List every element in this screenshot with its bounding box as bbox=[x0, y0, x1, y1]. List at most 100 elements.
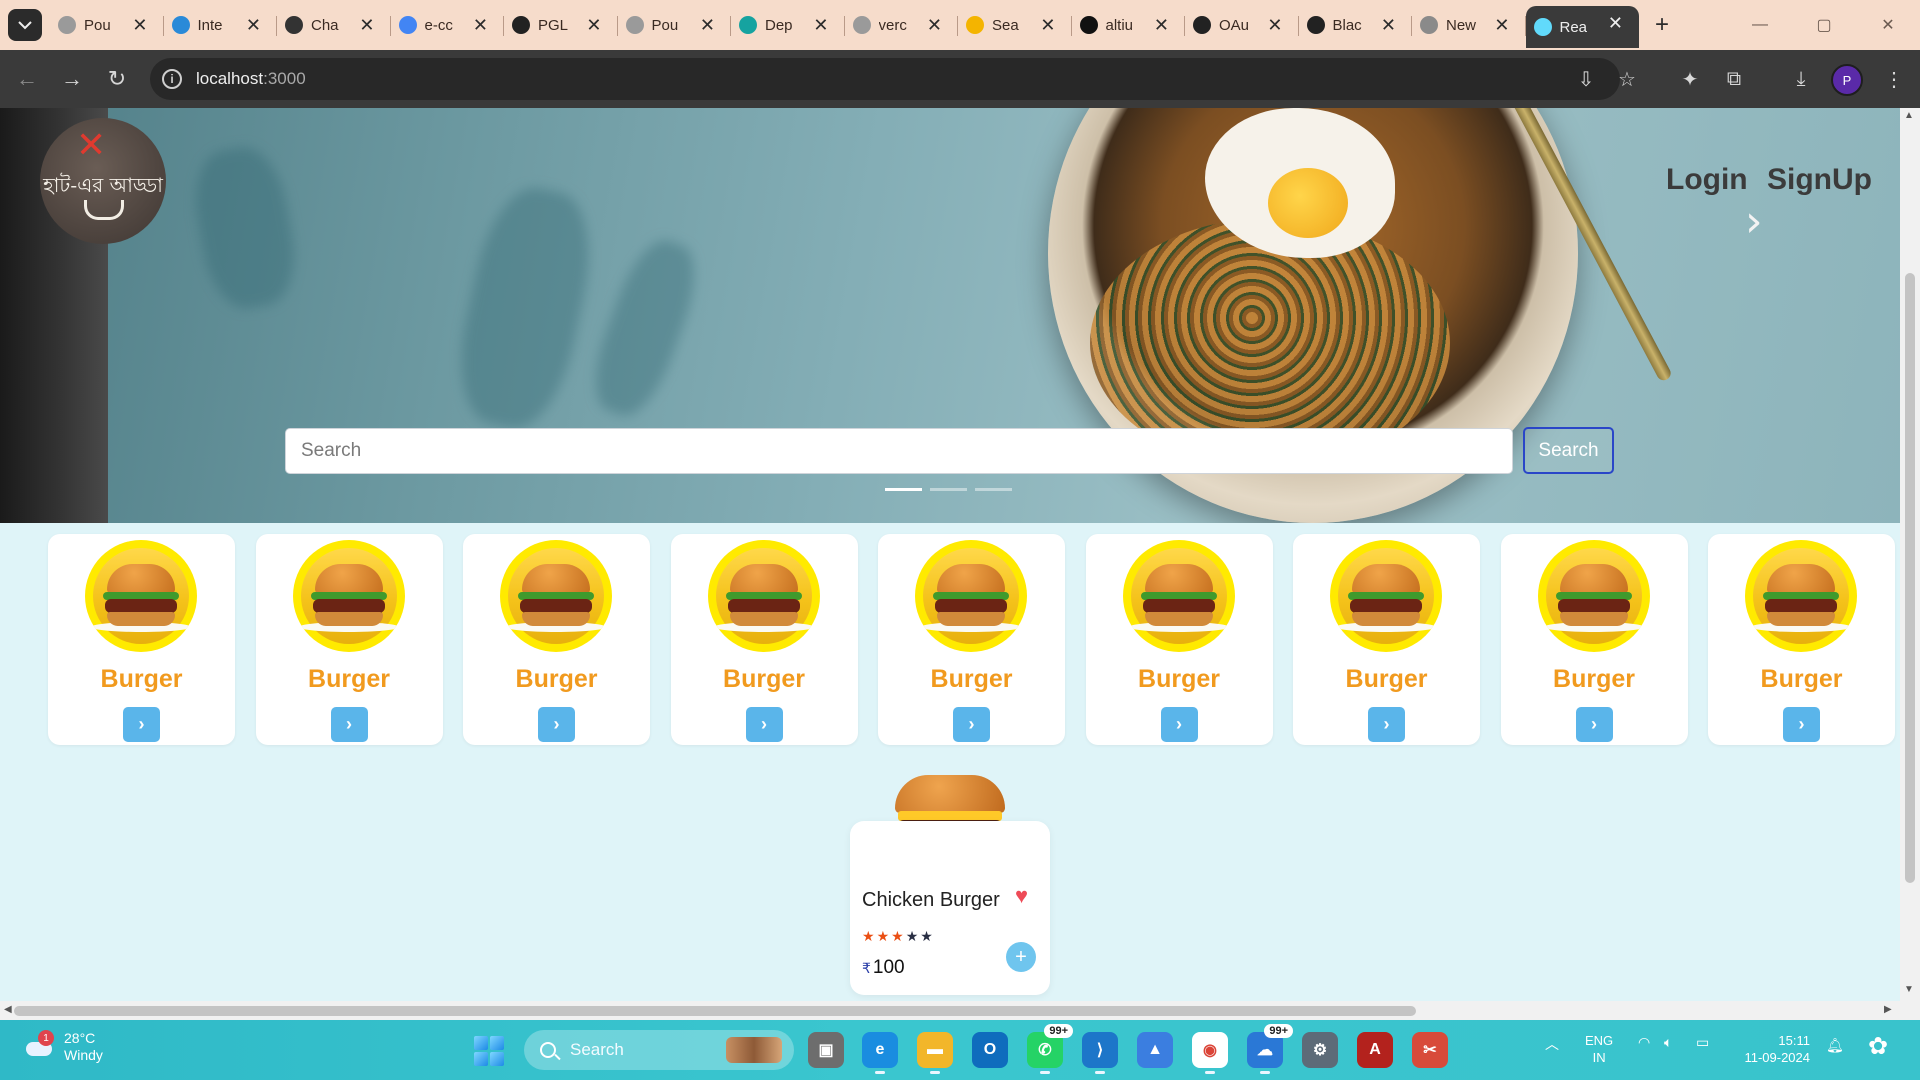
browser-tab[interactable]: New ✕ bbox=[1412, 8, 1526, 42]
close-tab-icon[interactable]: ✕ bbox=[359, 15, 374, 36]
category-open-button[interactable]: › bbox=[953, 707, 990, 742]
battery-icon[interactable]: ▭ bbox=[1696, 1034, 1709, 1051]
browser-tab[interactable]: e-cc ✕ bbox=[391, 8, 504, 42]
product-card[interactable]: Chicken Burger ♥ ★★★★★ ₹100 + bbox=[850, 821, 1050, 995]
close-window-button[interactable]: ✕ bbox=[1856, 0, 1920, 50]
carousel-next-icon[interactable]: › bbox=[1745, 196, 1763, 247]
category-card[interactable]: Burger › bbox=[463, 534, 650, 745]
browser-tab[interactable]: Pou ✕ bbox=[50, 8, 164, 42]
category-card[interactable]: Burger › bbox=[878, 534, 1065, 745]
horizontal-scroll-thumb[interactable] bbox=[14, 1006, 1416, 1016]
category-open-button[interactable]: › bbox=[1368, 707, 1405, 742]
browser-tab[interactable]: Pou ✕ bbox=[618, 8, 731, 42]
close-tab-icon[interactable]: ✕ bbox=[1381, 15, 1396, 36]
input-language[interactable]: ENG IN bbox=[1585, 1032, 1613, 1066]
category-card[interactable]: Burger › bbox=[1293, 534, 1480, 745]
start-button[interactable] bbox=[474, 1036, 504, 1066]
close-tab-icon[interactable]: ✕ bbox=[132, 15, 147, 36]
horizontal-scrollbar[interactable]: ◀ ▶ bbox=[0, 1001, 1900, 1020]
forward-button[interactable]: → bbox=[57, 64, 87, 94]
carousel-indicator-1[interactable] bbox=[885, 488, 922, 491]
login-link[interactable]: Login bbox=[1666, 163, 1748, 197]
vscode-icon[interactable]: ⟩ bbox=[1082, 1032, 1118, 1074]
profile-avatar[interactable]: P bbox=[1831, 64, 1863, 96]
browser-tab[interactable]: altiu ✕ bbox=[1072, 8, 1185, 42]
system-clock[interactable]: 15:11 11-09-2024 bbox=[1738, 1032, 1810, 1066]
install-app-icon[interactable]: ⇩ bbox=[1573, 66, 1599, 92]
address-bar[interactable]: i localhost:3000 bbox=[150, 58, 1620, 100]
notification-bell-icon[interactable]: 🔔︎ bbox=[1826, 1037, 1844, 1054]
close-tab-icon[interactable]: ✕ bbox=[1267, 15, 1282, 36]
maximize-button[interactable]: ▢ bbox=[1792, 0, 1856, 50]
category-open-button[interactable]: › bbox=[1575, 707, 1613, 742]
search-button[interactable]: Search bbox=[1523, 427, 1614, 474]
search-input[interactable] bbox=[285, 428, 1513, 474]
show-hidden-icons-icon[interactable]: ︿ bbox=[1545, 1034, 1559, 1054]
scroll-up-icon[interactable]: ▲ bbox=[1904, 110, 1914, 121]
chrome-icon[interactable]: ◉ bbox=[1192, 1032, 1228, 1074]
bookmark-star-icon[interactable]: ☆ bbox=[1614, 66, 1640, 92]
browser-tab[interactable]: Cha ✕ bbox=[277, 8, 391, 42]
category-open-button[interactable]: › bbox=[745, 707, 783, 742]
browser-tab[interactable]: Blac ✕ bbox=[1299, 8, 1412, 42]
favorite-heart-icon[interactable]: ♥ bbox=[1015, 883, 1028, 909]
category-card[interactable]: Burger › bbox=[48, 534, 235, 745]
vertical-scrollbar[interactable]: ▲ ▼ bbox=[1900, 108, 1920, 1001]
weather-widget[interactable]: 1 28°C Windy bbox=[24, 1030, 103, 1064]
browser-tab[interactable]: PGL ✕ bbox=[504, 8, 618, 42]
scroll-right-icon[interactable]: ▶ bbox=[1884, 1004, 1892, 1015]
category-open-button[interactable]: › bbox=[538, 707, 575, 742]
signup-link[interactable]: SignUp bbox=[1767, 163, 1872, 197]
browser-tab[interactable]: verc ✕ bbox=[845, 8, 958, 42]
wifi-icon[interactable]: ◠ bbox=[1638, 1034, 1650, 1051]
snipping-tool-icon[interactable]: ✂ bbox=[1412, 1032, 1448, 1068]
photos-icon[interactable]: ▲ bbox=[1137, 1032, 1173, 1068]
close-tab-icon[interactable]: ✕ bbox=[813, 15, 828, 36]
category-card[interactable]: Burger › bbox=[670, 534, 858, 745]
back-button[interactable]: ← bbox=[12, 64, 42, 94]
minimize-button[interactable]: — bbox=[1728, 0, 1792, 50]
new-tab-button[interactable]: + bbox=[1647, 11, 1677, 38]
whatsapp-icon[interactable]: ✆ 99+ bbox=[1027, 1024, 1073, 1074]
close-tab-icon[interactable]: ✕ bbox=[700, 15, 715, 36]
close-tab-icon[interactable]: ✕ bbox=[1154, 15, 1169, 36]
downloads-icon[interactable]: ⤓ bbox=[1788, 66, 1814, 92]
add-to-cart-button[interactable]: + bbox=[1006, 942, 1036, 972]
taskbar-search[interactable]: Search bbox=[524, 1030, 794, 1070]
extensions-icon[interactable]: ⧉ bbox=[1721, 66, 1747, 92]
extension-puzzle-icon[interactable]: ✦ bbox=[1677, 66, 1703, 92]
category-open-button[interactable]: › bbox=[123, 707, 160, 742]
close-tab-icon[interactable]: ✕ bbox=[246, 15, 261, 36]
close-tab-icon[interactable]: ✕ bbox=[1494, 15, 1509, 36]
carousel-indicator-2[interactable] bbox=[930, 488, 967, 491]
remote-desktop-icon[interactable]: ☁ 99+ bbox=[1247, 1024, 1293, 1074]
volume-icon[interactable]: 🔈︎ bbox=[1664, 1034, 1672, 1051]
site-info-icon[interactable]: i bbox=[162, 69, 182, 89]
browser-tab[interactable]: Dep ✕ bbox=[731, 8, 845, 42]
category-card[interactable]: Burger › bbox=[1500, 534, 1688, 745]
menu-kebab-icon[interactable]: ⋮ bbox=[1881, 66, 1907, 92]
close-tab-icon[interactable]: ✕ bbox=[473, 15, 488, 36]
close-tab-icon[interactable]: ✕ bbox=[586, 15, 601, 36]
category-card[interactable]: Burger › bbox=[1708, 534, 1895, 745]
category-open-button[interactable]: › bbox=[1160, 707, 1198, 742]
category-open-button[interactable]: › bbox=[330, 707, 368, 742]
task-view-icon[interactable]: ▣ bbox=[808, 1032, 844, 1068]
outlook-icon[interactable]: O bbox=[972, 1032, 1008, 1068]
browser-tab[interactable]: Inte ✕ bbox=[164, 8, 277, 42]
category-card[interactable]: Burger › bbox=[1085, 534, 1273, 745]
reload-button[interactable]: ↻ bbox=[102, 64, 132, 94]
close-tab-icon[interactable]: ✕ bbox=[927, 15, 942, 36]
category-open-button[interactable]: › bbox=[1783, 707, 1820, 742]
file-explorer-icon[interactable]: ▬ bbox=[917, 1032, 953, 1074]
edge-icon[interactable]: e bbox=[862, 1032, 898, 1074]
close-tab-icon[interactable]: ✕ bbox=[1608, 13, 1623, 34]
scroll-left-icon[interactable]: ◀ bbox=[4, 1004, 12, 1015]
category-card[interactable]: Burger › bbox=[255, 534, 443, 745]
vertical-scroll-thumb[interactable] bbox=[1905, 273, 1915, 883]
site-logo[interactable]: ✕ হাট-এর আড্ডা bbox=[40, 118, 166, 244]
scroll-down-icon[interactable]: ▼ bbox=[1904, 984, 1914, 995]
close-tab-icon[interactable]: ✕ bbox=[1040, 15, 1055, 36]
browser-tab[interactable]: Rea ✕ bbox=[1525, 6, 1639, 48]
browser-tab[interactable]: Sea ✕ bbox=[958, 8, 1072, 42]
